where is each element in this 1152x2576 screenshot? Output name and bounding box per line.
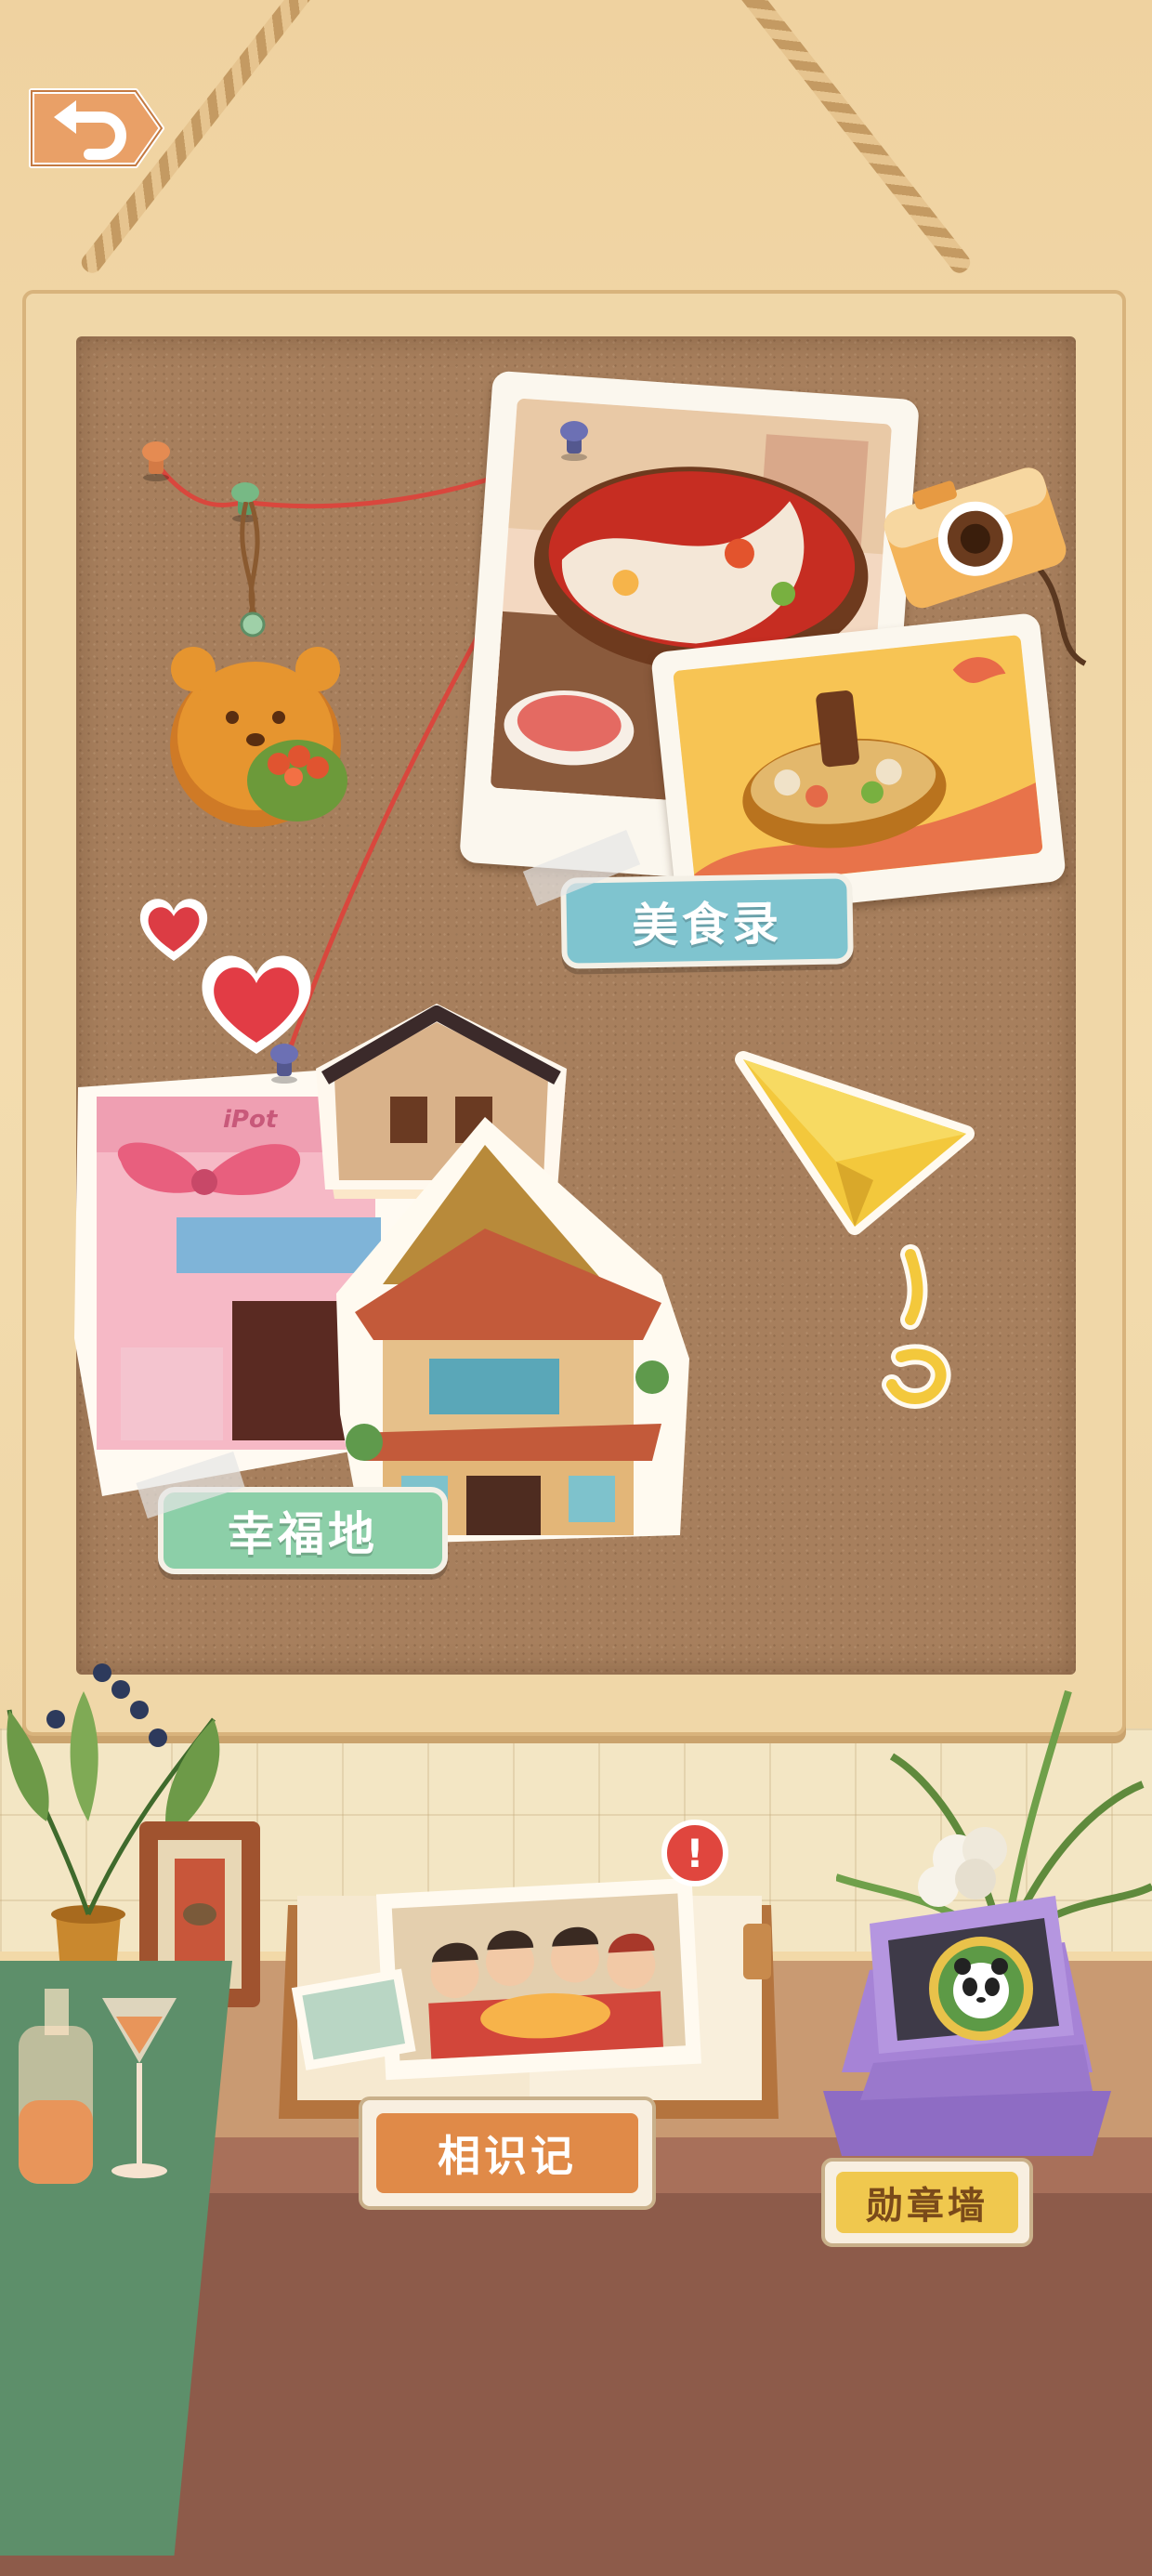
album-tag[interactable]: 相识记: [359, 2096, 656, 2210]
push-pin-purple-top: [560, 421, 588, 461]
skewer-pot-illustration: [673, 635, 1043, 890]
food-record-label: 美食录: [631, 896, 783, 953]
push-pin-orange: [142, 441, 170, 481]
happy-place-label: 幸福地: [228, 1507, 378, 1561]
food-record-tag[interactable]: 美食录: [560, 873, 854, 969]
alert-mark: !: [686, 1830, 704, 1876]
alert-badge: !: [661, 1820, 728, 1886]
medal-wall-label: 勋章墙: [866, 2185, 988, 2228]
bottle-and-glasses: [19, 1989, 177, 2184]
medal-box[interactable]: [814, 1886, 1120, 2175]
restaurant-sign: iPot: [223, 1106, 278, 1134]
push-pin-purple-bottom: [270, 1044, 298, 1084]
medal-wall-tag[interactable]: 勋章墙: [821, 2158, 1033, 2247]
paper-plane-icon[interactable]: [734, 1050, 994, 1422]
album-label: 相识记: [438, 2131, 577, 2181]
bear-charm-ornament: [170, 502, 347, 827]
